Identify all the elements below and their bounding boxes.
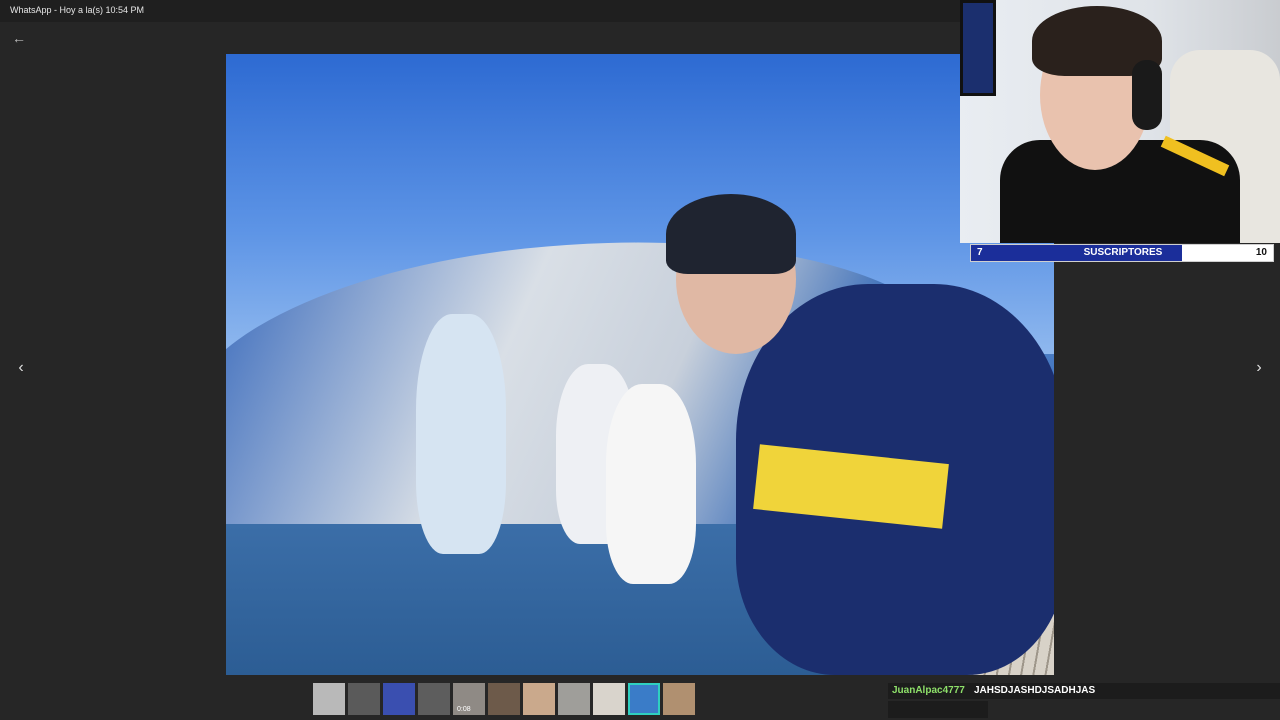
thumbnail-item[interactable]: [383, 683, 415, 715]
thumbnail-item[interactable]: 0:08: [453, 683, 485, 715]
subscriber-goal-bar: 7 SUSCRIPTORES 10: [970, 244, 1274, 262]
photo-person: [416, 314, 506, 554]
thumbnail-item[interactable]: [313, 683, 345, 715]
previous-image-icon[interactable]: ‹: [11, 358, 31, 378]
photo-person-cap: [666, 194, 796, 274]
window-title: WhatsApp - Hoy a la(s) 10:54 PM: [10, 5, 145, 15]
thumbnail-item[interactable]: [628, 683, 660, 715]
chat-message: JuanAlpac4777 JAHSDJASHDJSADHJAS: [888, 683, 1280, 699]
title-bar: WhatsApp - Hoy a la(s) 10:54 PM: [0, 0, 960, 22]
video-duration-label: 0:08: [457, 706, 471, 713]
chat-username: JuanAlpac4777: [892, 685, 965, 696]
webcam-wall-frame: [960, 0, 996, 96]
webcam-overlay: [960, 0, 1280, 243]
media-viewer-photo: [226, 54, 1054, 675]
thumbnail-item[interactable]: [663, 683, 695, 715]
thumbnail-item[interactable]: [488, 683, 520, 715]
photo-person: [606, 384, 696, 584]
next-image-icon[interactable]: ›: [1249, 358, 1269, 378]
thumbnail-strip: 0:08: [313, 683, 695, 715]
thumbnail-item[interactable]: [593, 683, 625, 715]
subscriber-label: SUSCRIPTORES: [1083, 247, 1163, 258]
chat-message-text: JAHSDJASHDJSADHJAS: [974, 685, 1096, 696]
thumbnail-item[interactable]: [523, 683, 555, 715]
thumbnail-item[interactable]: [418, 683, 450, 715]
back-arrow-icon[interactable]: ←: [10, 29, 28, 47]
thumbnail-item[interactable]: [558, 683, 590, 715]
headphones-icon: [1132, 60, 1162, 130]
subscriber-goal: 10: [1255, 247, 1267, 258]
thumbnail-item[interactable]: [348, 683, 380, 715]
chat-input-bar: [888, 701, 988, 718]
